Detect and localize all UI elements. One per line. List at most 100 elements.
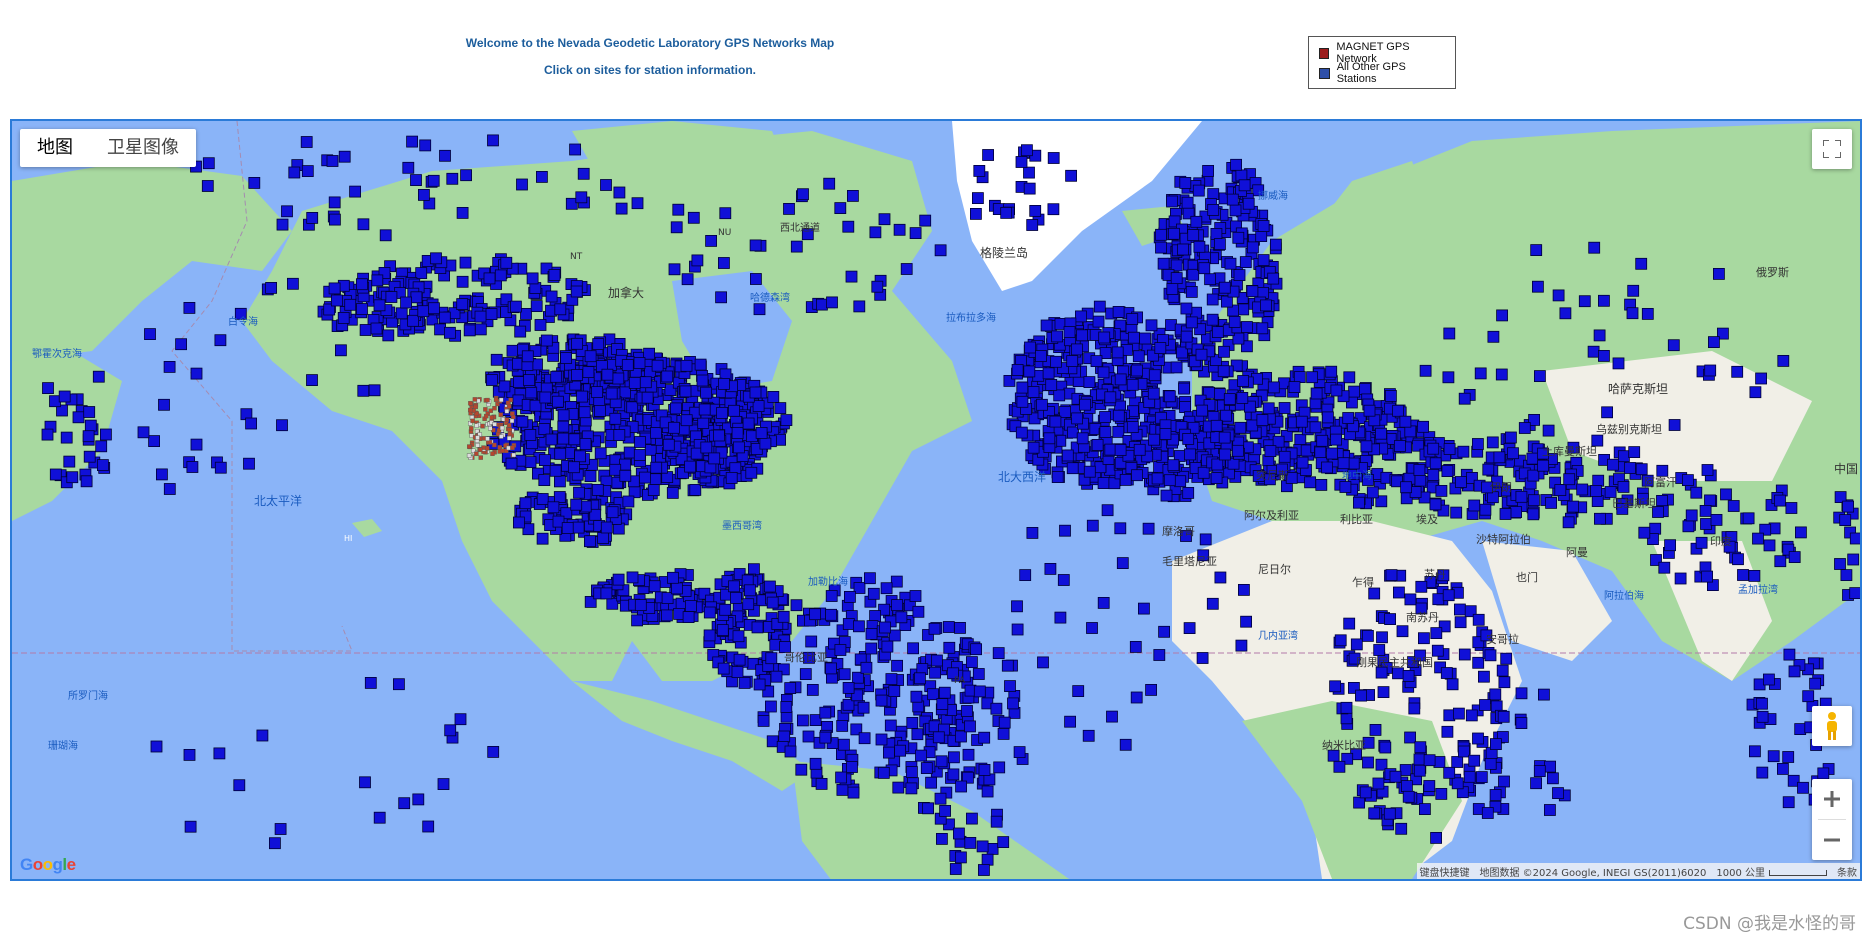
station-marker[interactable] bbox=[155, 468, 168, 481]
station-marker[interactable] bbox=[1667, 339, 1680, 352]
station-marker[interactable] bbox=[1552, 289, 1565, 302]
station-marker[interactable] bbox=[780, 701, 793, 713]
station-marker[interactable] bbox=[1163, 474, 1176, 487]
station-marker[interactable] bbox=[158, 398, 170, 411]
station-marker[interactable] bbox=[1372, 777, 1385, 790]
station-marker[interactable] bbox=[1043, 432, 1056, 445]
station-marker[interactable] bbox=[1489, 789, 1502, 801]
station-marker[interactable] bbox=[1656, 464, 1669, 477]
station-marker[interactable] bbox=[1526, 452, 1539, 465]
station-marker[interactable] bbox=[1153, 649, 1166, 661]
station-marker[interactable] bbox=[1293, 371, 1306, 384]
station-marker[interactable] bbox=[1484, 758, 1497, 770]
station-marker[interactable] bbox=[1082, 729, 1095, 742]
station-marker[interactable] bbox=[1053, 389, 1066, 402]
station-marker[interactable] bbox=[725, 471, 738, 484]
station-marker[interactable] bbox=[1207, 188, 1220, 200]
station-marker[interactable] bbox=[1533, 765, 1546, 777]
station-marker[interactable] bbox=[576, 390, 588, 403]
station-marker[interactable] bbox=[72, 411, 85, 424]
station-marker[interactable] bbox=[1267, 272, 1280, 285]
station-marker[interactable] bbox=[885, 673, 898, 685]
station-marker[interactable] bbox=[1842, 500, 1854, 513]
station-marker[interactable] bbox=[512, 376, 525, 389]
station-marker[interactable] bbox=[1092, 315, 1105, 328]
station-marker[interactable] bbox=[1278, 402, 1291, 414]
station-marker[interactable] bbox=[609, 463, 622, 476]
station-marker[interactable] bbox=[1453, 707, 1465, 720]
station-marker[interactable] bbox=[834, 202, 847, 214]
station-marker[interactable] bbox=[628, 376, 641, 389]
station-marker[interactable] bbox=[1129, 641, 1142, 653]
station-marker[interactable] bbox=[1441, 465, 1454, 478]
station-marker[interactable] bbox=[1011, 623, 1024, 636]
magnet-station-marker[interactable] bbox=[489, 415, 494, 420]
station-marker[interactable] bbox=[1414, 741, 1427, 754]
station-marker[interactable] bbox=[891, 599, 903, 612]
station-marker[interactable] bbox=[1377, 686, 1390, 698]
station-marker[interactable] bbox=[964, 720, 976, 733]
station-marker[interactable] bbox=[1235, 639, 1248, 652]
station-marker[interactable] bbox=[1065, 169, 1077, 182]
magnet-station-marker[interactable] bbox=[499, 425, 505, 431]
station-marker[interactable] bbox=[934, 792, 947, 805]
station-marker[interactable] bbox=[1119, 473, 1132, 486]
station-marker[interactable] bbox=[137, 426, 150, 439]
station-marker[interactable] bbox=[1443, 327, 1456, 340]
station-marker[interactable] bbox=[1106, 710, 1118, 723]
station-marker[interactable] bbox=[973, 685, 986, 698]
station-marker[interactable] bbox=[1064, 715, 1076, 728]
station-marker[interactable] bbox=[894, 744, 906, 757]
station-marker[interactable] bbox=[1396, 625, 1409, 638]
station-marker[interactable] bbox=[1368, 587, 1381, 600]
station-marker[interactable] bbox=[523, 374, 536, 387]
station-marker[interactable] bbox=[1181, 196, 1194, 209]
station-marker[interactable] bbox=[947, 768, 960, 781]
station-marker[interactable] bbox=[213, 747, 226, 760]
station-marker[interactable] bbox=[84, 419, 97, 432]
station-marker[interactable] bbox=[684, 460, 696, 473]
station-marker[interactable] bbox=[485, 308, 498, 321]
station-marker[interactable] bbox=[1255, 230, 1268, 242]
station-marker[interactable] bbox=[990, 815, 1003, 828]
station-marker[interactable] bbox=[1547, 772, 1559, 785]
station-marker[interactable] bbox=[1257, 254, 1270, 267]
station-marker[interactable] bbox=[1487, 330, 1500, 343]
station-marker[interactable] bbox=[591, 386, 603, 399]
station-marker[interactable] bbox=[190, 438, 203, 451]
station-marker[interactable] bbox=[600, 587, 613, 600]
station-marker[interactable] bbox=[1166, 195, 1178, 208]
station-marker[interactable] bbox=[379, 229, 392, 242]
station-marker[interactable] bbox=[777, 610, 790, 623]
station-marker[interactable] bbox=[1617, 480, 1630, 493]
station-marker[interactable] bbox=[243, 457, 255, 470]
station-marker[interactable] bbox=[1363, 404, 1376, 417]
station-marker[interactable] bbox=[1112, 425, 1125, 438]
station-marker[interactable] bbox=[1497, 710, 1510, 723]
station-marker[interactable] bbox=[1011, 600, 1023, 613]
station-marker[interactable] bbox=[1179, 401, 1191, 414]
station-marker[interactable] bbox=[539, 391, 552, 404]
station-marker[interactable] bbox=[1021, 144, 1033, 157]
station-marker[interactable] bbox=[1368, 807, 1381, 820]
station-marker[interactable] bbox=[1544, 760, 1556, 773]
station-marker[interactable] bbox=[1788, 551, 1801, 564]
station-marker[interactable] bbox=[454, 713, 467, 726]
station-marker[interactable] bbox=[1036, 398, 1048, 411]
station-marker[interactable] bbox=[1593, 329, 1606, 342]
station-marker[interactable] bbox=[1777, 354, 1790, 367]
station-marker[interactable] bbox=[1748, 569, 1761, 582]
station-marker[interactable] bbox=[427, 174, 440, 187]
station-marker[interactable] bbox=[1451, 777, 1464, 790]
station-marker[interactable] bbox=[1435, 484, 1448, 497]
station-marker[interactable] bbox=[825, 662, 837, 675]
station-marker[interactable] bbox=[1710, 513, 1723, 526]
station-marker[interactable] bbox=[1343, 617, 1356, 630]
station-marker[interactable] bbox=[573, 486, 585, 499]
station-marker[interactable] bbox=[1178, 382, 1190, 395]
station-marker[interactable] bbox=[519, 497, 532, 510]
station-marker[interactable] bbox=[1340, 701, 1353, 714]
station-marker[interactable] bbox=[1834, 558, 1846, 570]
station-marker[interactable] bbox=[529, 399, 542, 412]
station-marker[interactable] bbox=[733, 441, 745, 454]
